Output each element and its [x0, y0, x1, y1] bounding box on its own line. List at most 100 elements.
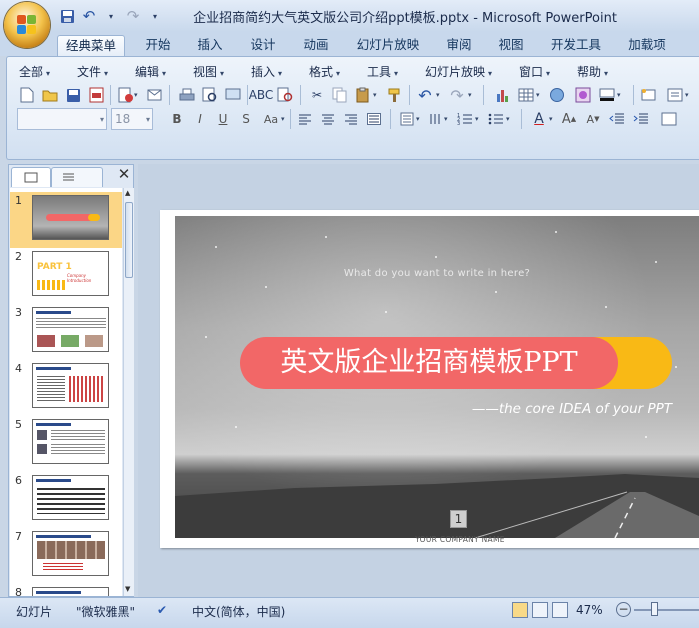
columns-icon[interactable] — [397, 109, 417, 129]
chevron-down-icon[interactable]: ▾ — [373, 91, 377, 99]
tab-insert[interactable]: 插入 — [190, 35, 230, 56]
new-file-icon[interactable] — [17, 85, 37, 105]
text-direction-icon[interactable] — [425, 109, 445, 129]
slide-thumbnail-3[interactable]: 3 — [10, 304, 122, 360]
save-icon[interactable] — [63, 85, 83, 105]
chevron-down-icon[interactable]: ▾ — [617, 91, 621, 99]
undo-icon[interactable]: ↶ — [80, 7, 98, 25]
italic-icon[interactable]: I — [190, 109, 210, 129]
bullets-icon[interactable] — [486, 109, 506, 129]
chevron-down-icon[interactable]: ▾ — [685, 91, 689, 99]
open-folder-icon[interactable] — [40, 85, 60, 105]
slideshow-view-icon[interactable] — [552, 602, 568, 618]
research-icon[interactable] — [275, 85, 295, 105]
scroll-thumb[interactable] — [125, 202, 133, 278]
align-left-icon[interactable] — [295, 109, 315, 129]
zoom-level[interactable]: 47% — [576, 603, 603, 617]
spellcheck-icon[interactable]: ✔ — [157, 603, 167, 617]
align-right-icon[interactable] — [341, 109, 361, 129]
close-icon[interactable]: ✕ — [115, 165, 133, 185]
slide-subtitle[interactable]: What do you want to write in here? — [175, 268, 699, 279]
decrease-font-icon[interactable]: A ▼ — [583, 109, 603, 129]
email-icon[interactable] — [144, 85, 164, 105]
zoom-out-icon[interactable]: − — [616, 602, 631, 617]
office-button[interactable] — [4, 2, 50, 48]
menu-tools[interactable]: 工具 ▾ — [367, 63, 398, 81]
chevron-down-icon[interactable]: ▾ — [416, 115, 420, 123]
print-icon[interactable] — [177, 85, 197, 105]
chevron-down-icon[interactable]: ▾ — [281, 115, 285, 123]
chevron-down-icon[interactable]: ▾ — [468, 91, 472, 99]
chevron-down-icon[interactable]: ▾ — [134, 91, 138, 99]
print-preview-icon[interactable] — [200, 85, 220, 105]
globe-icon[interactable] — [547, 85, 567, 105]
chevron-down-icon[interactable]: ▾ — [436, 91, 440, 99]
menu-file[interactable]: 文件 ▾ — [77, 63, 108, 81]
menu-edit[interactable]: 编辑 ▾ — [135, 63, 166, 81]
tab-outline[interactable] — [51, 167, 103, 187]
chevron-down-icon[interactable]: ▾ — [549, 115, 553, 123]
menu-help[interactable]: 帮助 ▾ — [577, 63, 608, 81]
company-name[interactable]: YOUR COMPANY NAME — [395, 535, 525, 544]
tab-design[interactable]: 设计 — [243, 35, 283, 56]
numbering-icon[interactable]: 123 — [455, 109, 475, 129]
zoom-slider-thumb[interactable] — [651, 602, 658, 616]
color-scheme-icon[interactable] — [573, 85, 593, 105]
screen-icon[interactable] — [223, 85, 243, 105]
tab-view[interactable]: 视图 — [491, 35, 531, 56]
font-size-combo[interactable]: 18 ▾ — [111, 108, 153, 130]
decrease-indent-icon[interactable] — [607, 109, 627, 129]
tab-addins[interactable]: 加载项 — [622, 35, 672, 56]
slide-thumbnail-6[interactable]: 6 — [10, 472, 122, 528]
redo-icon[interactable]: ↷ — [124, 7, 142, 25]
thumbnails-scrollbar[interactable]: ▲ ▼ — [123, 188, 134, 596]
new-slide-icon[interactable] — [639, 85, 659, 105]
permission-icon[interactable] — [115, 85, 135, 105]
slide-tagline[interactable]: ——the core IDEA of your PPT — [400, 401, 672, 417]
menu-insert[interactable]: 插入 ▾ — [251, 63, 282, 81]
copy-icon[interactable] — [330, 85, 350, 105]
chevron-down-icon[interactable]: ▾ — [536, 91, 540, 99]
normal-view-icon[interactable] — [512, 602, 528, 618]
chevron-down-icon[interactable]: ▾ — [102, 7, 120, 25]
align-center-icon[interactable] — [318, 109, 338, 129]
format-painter-icon[interactable] — [385, 85, 405, 105]
slide-headline[interactable]: 英文版企业招商模板PPT — [240, 342, 618, 384]
zoom-slider[interactable] — [634, 609, 699, 611]
tab-review[interactable]: 审阅 — [439, 35, 479, 56]
font-name-combo[interactable]: ▾ — [17, 108, 107, 130]
menu-format[interactable]: 格式 ▾ — [309, 63, 340, 81]
slide-thumbnail-7[interactable]: 7 — [10, 528, 122, 584]
slide-sorter-icon[interactable] — [532, 602, 548, 618]
fill-color-icon[interactable] — [597, 85, 617, 105]
chevron-down-icon[interactable]: ▾ — [475, 115, 479, 123]
paste-icon[interactable] — [353, 85, 373, 105]
pdf-icon[interactable] — [86, 85, 106, 105]
menu-view[interactable]: 视图 ▾ — [193, 63, 224, 81]
save-icon[interactable] — [58, 7, 76, 25]
slide-thumbnail-2[interactable]: 2 PART 1 Company Introduction — [10, 248, 122, 304]
chevron-down-icon[interactable]: ▾ — [444, 115, 448, 123]
design-icon[interactable] — [659, 109, 679, 129]
bold-icon[interactable]: B — [167, 109, 187, 129]
spelling-icon[interactable]: ABC — [249, 85, 274, 105]
scroll-down-icon[interactable]: ▼ — [125, 585, 130, 593]
slide-thumbnail-5[interactable]: 5 — [10, 416, 122, 472]
increase-font-icon[interactable]: A ▲ — [559, 109, 579, 129]
tab-animation[interactable]: 动画 — [296, 35, 336, 56]
slide-thumbnail-8[interactable]: 8 — [10, 584, 122, 596]
table-icon[interactable] — [516, 85, 536, 105]
chevron-down-icon[interactable]: ▾ — [506, 115, 510, 123]
tab-slideshow[interactable]: 幻灯片放映 — [352, 35, 424, 56]
scroll-up-icon[interactable]: ▲ — [125, 189, 130, 197]
tab-classic-menu[interactable]: 经典菜单 — [57, 35, 125, 56]
undo-icon[interactable]: ↶ — [415, 85, 435, 105]
increase-indent-icon[interactable] — [631, 109, 651, 129]
layout-icon[interactable] — [665, 85, 685, 105]
chart-icon[interactable] — [493, 85, 513, 105]
menu-all[interactable]: 全部 ▾ — [19, 63, 50, 81]
shadow-icon[interactable]: S — [236, 109, 256, 129]
slide-thumbnail-1[interactable]: 1 — [10, 192, 122, 248]
font-color-icon[interactable]: A — [529, 109, 549, 129]
redo-icon[interactable]: ↷ — [447, 85, 467, 105]
